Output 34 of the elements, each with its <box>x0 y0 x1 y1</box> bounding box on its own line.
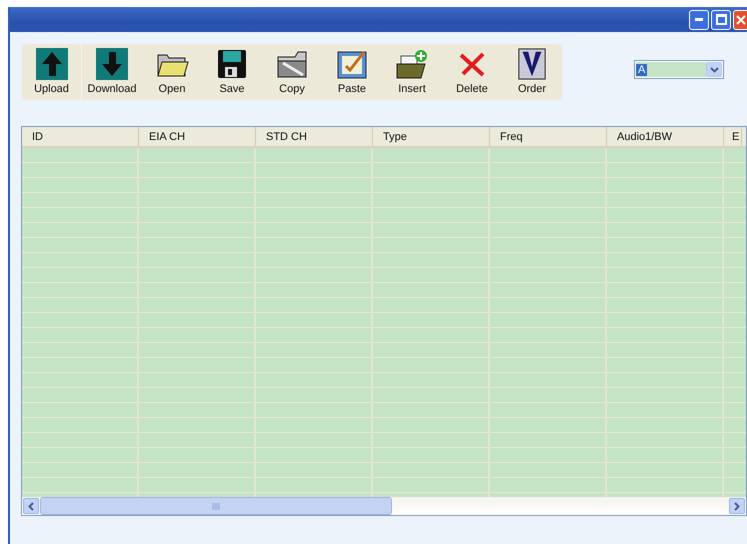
column-header[interactable]: E <box>724 127 742 146</box>
column-header[interactable]: STD CH <box>256 127 373 146</box>
column-header[interactable]: ID <box>22 127 139 146</box>
folder-add-icon <box>395 48 429 80</box>
column-header[interactable]: Audio1/BW <box>607 127 724 146</box>
dropdown-arrow-button[interactable] <box>706 62 722 77</box>
scroll-right-button[interactable] <box>729 498 745 514</box>
minimize-icon <box>695 18 703 21</box>
chevron-right-icon <box>734 502 740 510</box>
toolbar-button[interactable]: Delete <box>442 44 502 100</box>
toolbar-button[interactable]: Open <box>142 44 202 100</box>
chevron-left-icon <box>28 502 34 510</box>
toolbar-button[interactable]: Paste <box>322 44 382 100</box>
scroll-thumb[interactable] <box>40 497 392 515</box>
close-button[interactable] <box>733 10 747 30</box>
column-header[interactable]: Type <box>373 127 490 146</box>
chevron-down-icon <box>710 66 718 72</box>
minimize-button[interactable] <box>689 10 709 30</box>
dropdown[interactable]: A <box>634 60 724 79</box>
toolbar-button[interactable]: Save <box>202 44 262 100</box>
toolbar-button[interactable]: Download <box>82 44 142 100</box>
toolbar-button[interactable]: Copy <box>262 44 322 100</box>
clipboard-icon <box>336 48 368 80</box>
toolbar-button[interactable]: Order <box>502 44 562 100</box>
toolbar-button[interactable]: Upload <box>22 44 82 100</box>
column-header[interactable]: EIA CH <box>139 127 256 146</box>
maximize-icon <box>716 14 726 25</box>
horizontal-scrollbar[interactable] <box>22 497 746 515</box>
grip-icon <box>212 502 220 510</box>
toolbar-button[interactable]: Insert <box>382 44 442 100</box>
maximize-button[interactable] <box>711 10 731 30</box>
close-icon <box>734 14 746 26</box>
column-header[interactable]: Freq <box>490 127 607 146</box>
scroll-left-button[interactable] <box>23 498 39 514</box>
